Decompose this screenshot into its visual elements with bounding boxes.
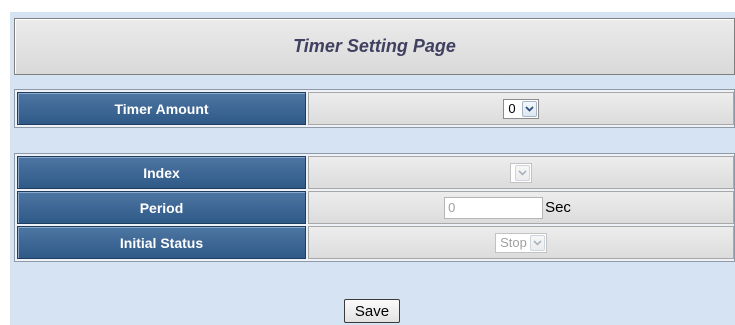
period-label: Period (17, 191, 306, 224)
index-label: Index (17, 156, 306, 189)
timer-amount-value: 0 (508, 101, 516, 116)
timer-amount-row: Timer Amount 0 (17, 92, 734, 125)
index-cell (308, 156, 734, 189)
page-title: Timer Setting Page (293, 36, 456, 56)
period-input[interactable]: 0 (444, 196, 544, 219)
period-row: Period 0 Sec (17, 191, 734, 224)
save-button[interactable]: Save (344, 299, 400, 323)
timer-amount-cell: 0 (308, 92, 734, 125)
page-title-bar: Timer Setting Page (14, 18, 735, 75)
initial-status-label: Initial Status (17, 226, 306, 259)
timer-settings-table: Index Period 0 Sec Initial Status Stop (14, 153, 735, 262)
index-row: Index (17, 156, 734, 189)
period-cell: 0 Sec (308, 191, 734, 224)
timer-amount-table: Timer Amount 0 (14, 89, 735, 128)
chevron-down-icon[interactable] (521, 100, 537, 117)
initial-status-row: Initial Status Stop (17, 226, 734, 259)
timer-amount-label: Timer Amount (17, 92, 306, 125)
timer-amount-select[interactable]: 0 (503, 98, 539, 119)
timer-setting-panel: Timer Setting Page Timer Amount 0 Index (10, 12, 735, 325)
initial-status-cell: Stop (308, 226, 734, 259)
period-unit: Sec (545, 199, 571, 216)
initial-status-select[interactable]: Stop (495, 232, 547, 253)
initial-status-value: Stop (500, 235, 527, 250)
index-select[interactable] (510, 162, 532, 183)
chevron-down-icon[interactable] (529, 234, 545, 251)
chevron-down-icon[interactable] (515, 164, 530, 181)
